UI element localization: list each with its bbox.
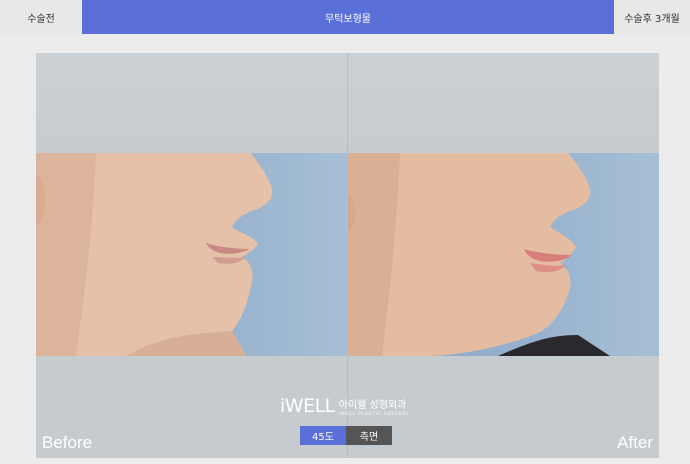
before-face-image <box>36 153 273 356</box>
before-after-photo: iWELL 아이웰 성형외과 IWELL PLASTIC SURGERY Bef… <box>36 53 659 458</box>
clinic-logo: iWELL 아이웰 성형외과 IWELL PLASTIC SURGERY <box>280 395 410 417</box>
after-face-image <box>348 153 610 356</box>
after-label: After <box>617 433 653 452</box>
angle-45-button[interactable]: 45도 <box>300 426 346 445</box>
side-view-button[interactable]: 측면 <box>346 426 392 445</box>
tab-before-surgery[interactable]: 수술전 <box>0 0 82 34</box>
logo-english-name: IWELL PLASTIC SURGERY <box>338 411 410 416</box>
before-label: Before <box>42 433 93 452</box>
tab-bar: 수술전 무턱보형물 수술후 3개월 <box>0 0 690 34</box>
tab-after-surgery[interactable]: 수술후 3개월 <box>614 0 690 34</box>
tab-procedure-title[interactable]: 무턱보형물 <box>82 0 614 34</box>
logo-korean-name: 아이웰 성형외과 <box>338 400 407 411</box>
view-angle-toggle: 45도 측면 <box>300 426 392 445</box>
logo-mark: iWELL <box>280 395 335 417</box>
